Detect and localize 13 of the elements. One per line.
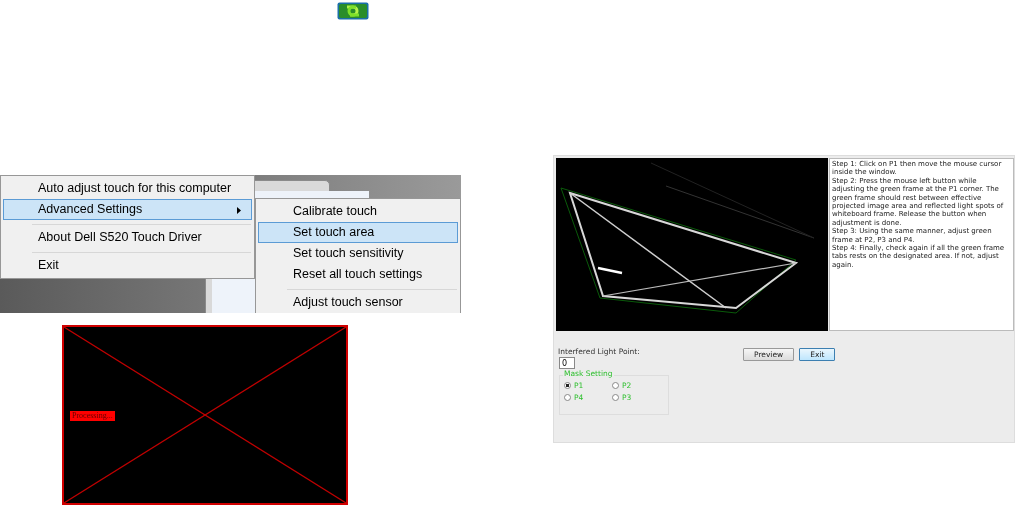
- menu-item[interactable]: Set touch sensitivity: [258, 243, 458, 264]
- menu-item[interactable]: Reset all touch settings: [258, 264, 458, 285]
- radio-button[interactable]: [564, 382, 571, 390]
- submenu-arrow-icon: [237, 206, 241, 214]
- menu-item[interactable]: Advanced Settings: [3, 199, 252, 220]
- menu-item[interactable]: Set touch area: [258, 222, 458, 243]
- menu-item[interactable]: Calibrate touch: [258, 201, 458, 222]
- status-label: Processing...: [70, 411, 115, 421]
- radio-button[interactable]: [564, 393, 571, 401]
- input-field[interactable]: 0: [559, 357, 575, 369]
- menu-item[interactable]: Auto adjust touch for this computer: [3, 178, 252, 199]
- radio-button[interactable]: [612, 382, 619, 390]
- radio-button[interactable]: [612, 393, 619, 401]
